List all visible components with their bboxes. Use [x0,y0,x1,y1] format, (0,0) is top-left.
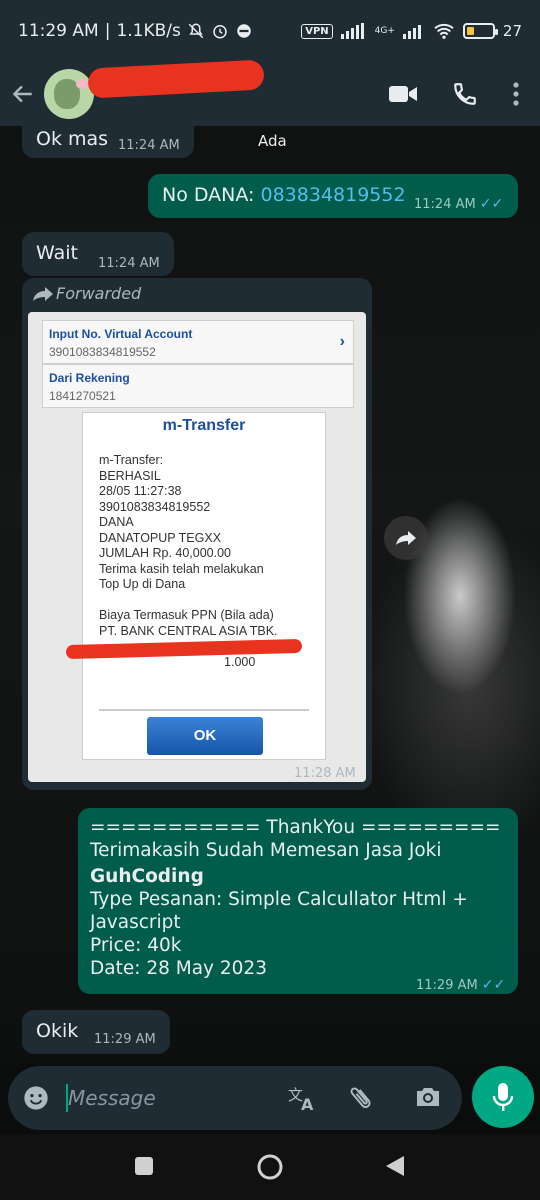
wifi-icon [433,22,455,40]
home-icon[interactable] [256,1153,284,1185]
message-time: 11:24 AM ✓✓ [414,196,504,212]
vpn-badge: VPN [301,23,333,39]
message-text: Wait [36,242,78,264]
battery-percent: 27 [502,22,522,40]
network-type: 4G+ [374,25,395,36]
message-line: Javascript [90,912,181,933]
battery-icon [462,23,498,39]
row-value: 3901083834819552 [49,345,156,359]
status-bar: 11:29 AM | 1.1KB/s VPN 4G+ 27 [0,0,540,62]
message-line: =========== ThankYou ========= [90,817,501,838]
message-time: 11:29 AM ✓✓ [416,977,506,993]
status-separator: | [104,21,111,41]
forwarded-label: Forwarded [56,284,142,303]
message-line: Terimakasih Sudah Memesan Jasa Joki [90,840,442,861]
emoji-icon[interactable] [22,1084,50,1116]
message-time: 11:24 AM [118,138,180,153]
message-line: Type Pesanan: Simple Calcullator Html + [90,889,468,910]
back-arrow-icon[interactable] [10,81,36,107]
forward-arrow-icon [32,286,54,306]
status-speed: 1.1KB/s [116,21,181,41]
signal-icon [340,23,367,39]
forwarded-image-message[interactable]: Forwarded Input No. Virtual Account 3901… [22,278,372,790]
ok-button: OK [147,717,263,755]
row-label: Dari Rekening [49,371,130,385]
mic-icon [492,1082,514,1112]
source-account-row: Dari Rekening 1841270521 [42,364,354,408]
message-incoming[interactable]: Okik 11:29 AM [22,1010,170,1054]
system-nav-bar [0,1134,540,1200]
read-ticks-icon: ✓✓ [479,196,504,212]
recents-icon[interactable] [134,1156,154,1180]
svg-text:A: A [301,1095,314,1112]
video-call-icon[interactable] [388,83,418,105]
message-incoming[interactable]: Ok mas 11:24 AM [22,126,194,158]
alarm-icon [211,22,229,40]
message-incoming[interactable]: Wait 11:24 AM [22,232,174,276]
message-line: Price: 40k [90,935,182,956]
message-fragment: Ada [258,132,287,150]
message-time: 11:28 AM [294,766,356,781]
message-text: Ok mas [36,128,109,150]
translate-icon[interactable]: 文A [288,1084,318,1116]
avatar[interactable] [44,69,94,119]
transfer-dialog: m-Transfer m-Transfer: BERHASIL 28/05 11… [82,412,326,760]
virtual-account-row: Input No. Virtual Account 39010838348195… [42,320,354,364]
message-text: Okik [36,1020,79,1042]
redacted-contact-name[interactable] [87,59,265,99]
chevron-right-icon: › [339,333,345,350]
phone-number-link[interactable]: 083834819552 [261,184,406,206]
phone-call-icon[interactable] [452,81,478,107]
message-text-prefix: No DANA: [162,184,261,206]
row-label: Input No. Virtual Account [49,327,193,341]
row-value: 1841270521 [49,389,116,403]
dialog-body: m-Transfer: BERHASIL 28/05 11:27:38 3901… [99,453,278,669]
message-outgoing[interactable]: No DANA: 083834819552 11:24 AM ✓✓ [148,174,518,218]
back-nav-icon[interactable] [384,1154,406,1182]
message-time: 11:29 AM [94,1032,156,1047]
message-time: 11:24 AM [98,256,160,271]
chat-area[interactable]: Ok mas 11:24 AM Ada No DANA: 08383481955… [0,126,540,1064]
dnd-icon [235,22,253,40]
message-input[interactable]: Message 文A [8,1066,462,1130]
message-line-bold: GuhCoding [90,866,204,887]
more-vert-icon[interactable] [512,81,520,107]
mute-icon [187,22,205,40]
share-forward-button[interactable] [384,516,428,560]
mic-button[interactable] [472,1066,534,1128]
composer: Message 文A [0,1064,540,1134]
status-time: 11:29 AM [18,21,99,41]
camera-icon[interactable] [414,1084,442,1114]
signal-icon-2 [402,23,425,39]
message-outgoing[interactable]: =========== ThankYou ========= Terimakas… [78,808,518,994]
transfer-screenshot[interactable]: Input No. Virtual Account 39010838348195… [28,312,366,782]
message-placeholder: Message [68,1086,156,1110]
attach-icon[interactable] [345,1080,382,1119]
dialog-title: m-Transfer [162,417,246,434]
read-ticks-icon: ✓✓ [481,977,506,993]
chat-header [0,59,540,126]
